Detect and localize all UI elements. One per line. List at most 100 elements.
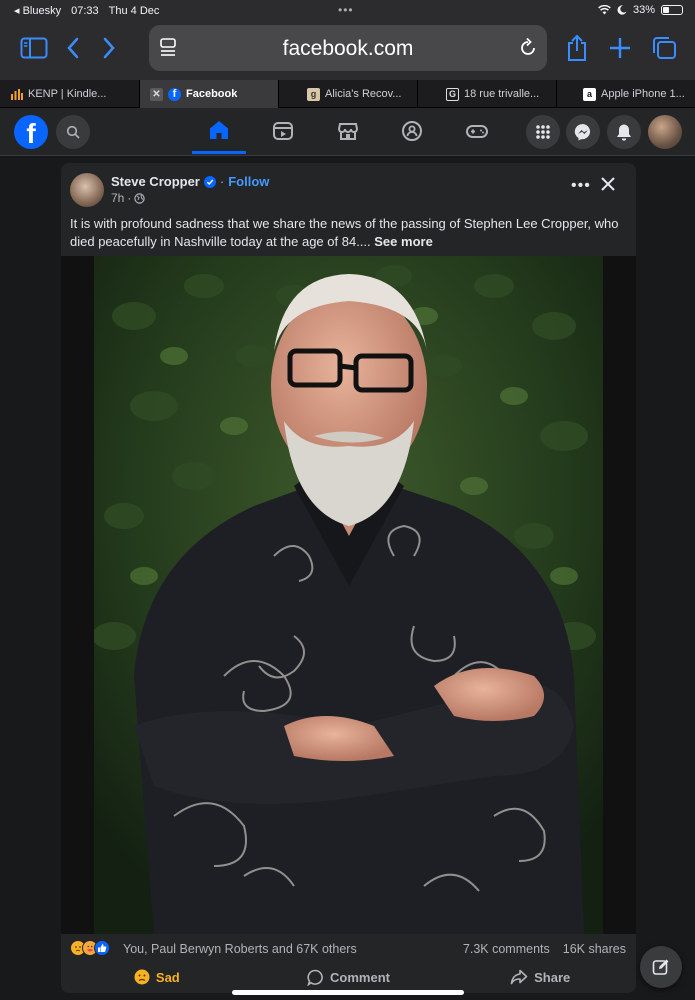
tab-rue-trivalle[interactable]: G 18 rue trivalle... (418, 80, 557, 108)
search-button[interactable] (56, 115, 90, 149)
react-label: Sad (155, 969, 180, 985)
multitask-dots-icon[interactable]: ••• (338, 3, 354, 17)
battery-fill (663, 7, 669, 13)
facebook-logo-icon[interactable]: f (14, 115, 48, 149)
back-to-app-link[interactable]: ◂ Bluesky (14, 4, 61, 17)
facebook-icon: f (168, 87, 181, 101)
back-icon[interactable] (66, 37, 80, 59)
nav-video[interactable] (256, 108, 310, 154)
engagement-counts: 7.3K comments 16K shares (463, 942, 626, 956)
comments-count[interactable]: 7.3K comments (463, 942, 550, 956)
separator-dot: · (127, 191, 132, 205)
close-tab-icon[interactable]: ✕ (150, 87, 163, 101)
nav-home[interactable] (192, 108, 246, 154)
reaction-icons[interactable] (70, 940, 110, 956)
sidebar-icon[interactable] (20, 37, 48, 59)
follow-button[interactable]: Follow (228, 174, 269, 189)
post-body: It is with profound sadness that we shar… (70, 216, 619, 249)
author-name[interactable]: Steve Cropper (111, 174, 200, 189)
share-arrow-icon (510, 969, 528, 985)
messenger-icon (574, 123, 591, 141)
close-icon[interactable] (601, 177, 615, 191)
amazon-icon: a (583, 87, 596, 101)
status-date: Thu 4 Dec (108, 4, 160, 17)
home-icon (210, 120, 228, 139)
post-stats: You, Paul Berwyn Roberts and 67K others … (61, 940, 636, 960)
battery-percent: 33% (632, 4, 655, 16)
share-button[interactable]: Share (444, 963, 636, 991)
new-tab-icon[interactable] (609, 37, 631, 59)
react-button[interactable]: Sad (61, 963, 253, 991)
more-options-icon[interactable]: ••• (571, 177, 591, 195)
back-app-label: Bluesky (22, 5, 62, 17)
status-time: 07:33 (71, 4, 99, 17)
like-reaction-icon (94, 940, 110, 956)
messenger-button[interactable] (566, 115, 600, 149)
comment-button[interactable]: Comment (253, 963, 445, 991)
url-text: facebook.com (282, 37, 414, 60)
tab-kenp[interactable]: KENP | Kindle... (0, 80, 140, 108)
g-letter-icon: G (446, 87, 459, 101)
wifi-icon (598, 5, 611, 15)
tab-label: Apple iPhone 1... (601, 88, 685, 100)
bell-icon (617, 124, 631, 141)
tab-apple-iphone[interactable]: a Apple iPhone 1... (557, 80, 695, 108)
reacters-text[interactable]: You, Paul Berwyn Roberts and 67K others (123, 942, 357, 956)
post-photo[interactable] (94, 256, 603, 934)
nav-gaming[interactable] (450, 108, 504, 154)
verified-badge-icon (203, 175, 216, 188)
post-photo-frame[interactable] (61, 256, 636, 934)
address-bar[interactable]: facebook.com (149, 25, 547, 71)
menu-button[interactable] (526, 115, 560, 149)
nav-groups[interactable] (385, 108, 439, 154)
compose-button[interactable] (640, 946, 682, 988)
groups-icon (402, 121, 422, 141)
post-time[interactable]: 7h (111, 191, 124, 205)
video-icon (273, 122, 293, 140)
screen: ◂ Bluesky 07:33 Thu 4 Dec ••• 33% facebo… (0, 0, 695, 1000)
marketplace-icon (337, 123, 359, 140)
globe-icon (134, 192, 146, 204)
g-letter-icon: g (307, 87, 320, 101)
bar-chart-icon (10, 87, 23, 101)
comment-icon (307, 969, 323, 986)
forward-icon[interactable] (102, 37, 116, 59)
tab-overview-icon[interactable] (651, 36, 677, 60)
post-text: It is with profound sadness that we shar… (70, 215, 630, 251)
notifications-button[interactable] (607, 115, 641, 149)
tab-label: KENP | Kindle... (28, 88, 107, 100)
status-left: ◂ Bluesky 07:33 Thu 4 Dec (14, 4, 160, 18)
shares-count[interactable]: 16K shares (563, 942, 626, 956)
tab-facebook[interactable]: ✕ f Facebook (140, 80, 279, 108)
tab-label: Facebook (186, 88, 238, 100)
compose-icon (652, 959, 669, 975)
share-label: Share (534, 969, 571, 985)
tab-bar: KENP | Kindle... ✕ f Facebook g Alicia's… (0, 80, 695, 108)
status-right: 33% (598, 4, 683, 16)
grid-menu-icon (536, 125, 550, 139)
post-card: Steve Cropper · Follow 7h · ••• It is wi… (61, 163, 636, 993)
see-more-link[interactable]: See more (374, 234, 433, 249)
search-icon (66, 125, 80, 139)
tab-label: Alicia's Recov... (325, 88, 402, 100)
sad-face-icon (134, 969, 150, 985)
browser-toolbar: facebook.com (0, 22, 695, 80)
profile-avatar[interactable] (648, 115, 682, 149)
tab-label: 18 rue trivalle... (464, 88, 540, 100)
nav-marketplace[interactable] (321, 108, 375, 154)
battery-icon (661, 5, 683, 15)
tab-alicia[interactable]: g Alicia's Recov... (279, 80, 418, 108)
home-indicator[interactable] (232, 990, 464, 995)
moon-icon (617, 5, 627, 15)
post-meta: 7h · (111, 191, 146, 205)
post-header: Steve Cropper · Follow (111, 174, 269, 189)
status-bar: ◂ Bluesky 07:33 Thu 4 Dec ••• 33% (0, 0, 695, 22)
comment-label: Comment (330, 969, 390, 985)
post-actions: Sad Comment Share (61, 963, 636, 991)
facebook-nav: f (0, 108, 695, 156)
portrait-illustration (94, 256, 603, 934)
share-icon[interactable] (566, 34, 588, 62)
author-avatar[interactable] (70, 173, 104, 207)
separator-dot: · (219, 174, 225, 189)
reload-icon[interactable] (519, 37, 537, 57)
